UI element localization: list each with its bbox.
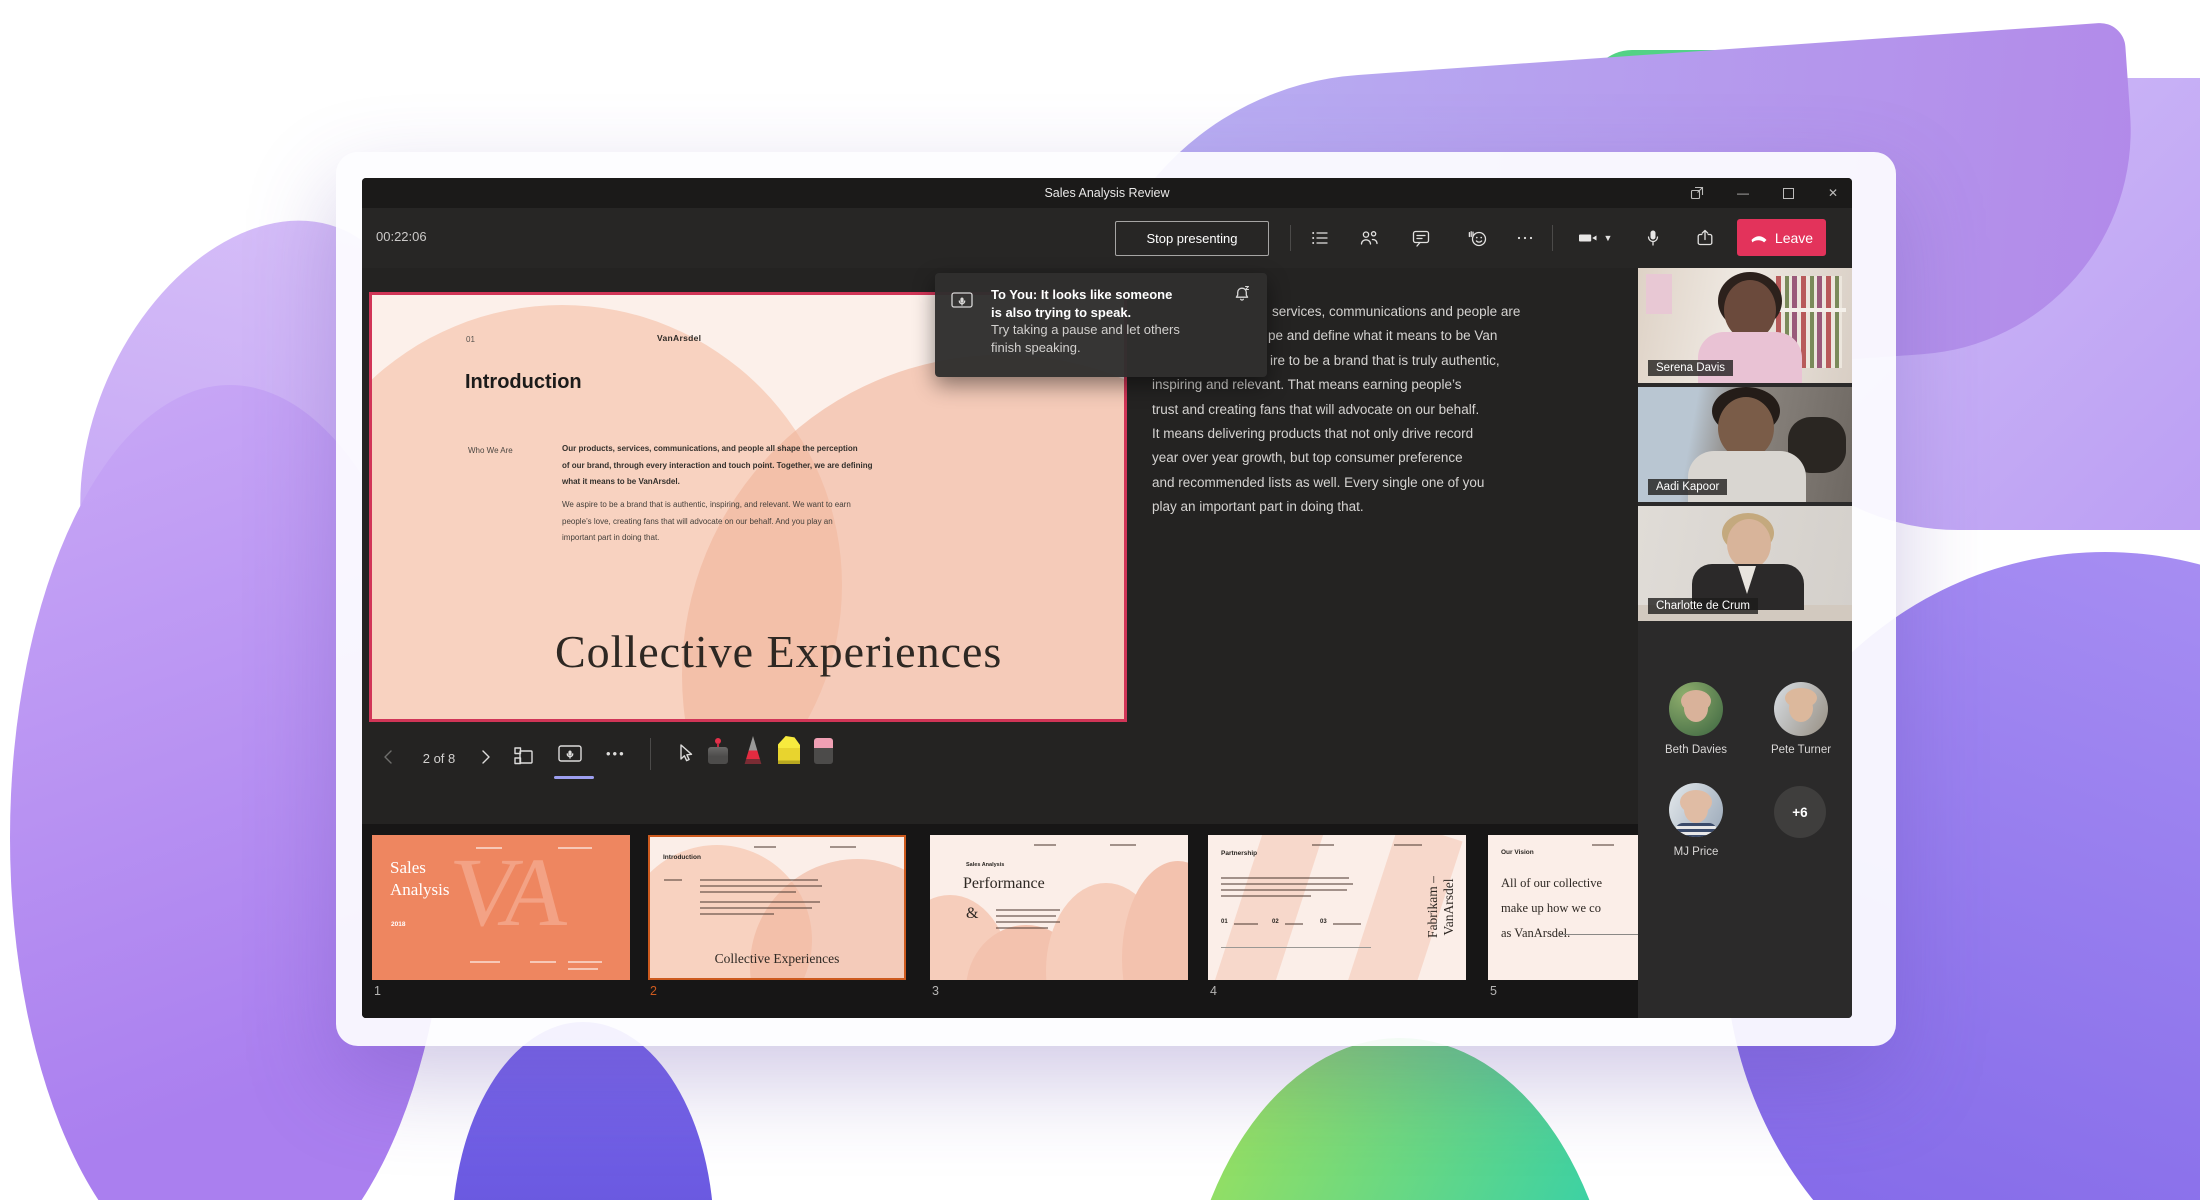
background-blob-indigo-bottom <box>452 1022 714 1200</box>
slide-side-label: Who We Are <box>468 446 513 455</box>
more-options-icon[interactable] <box>1507 220 1543 256</box>
close-icon[interactable]: ✕ <box>1816 178 1850 208</box>
toast-title: To You: It looks like someone <box>991 286 1241 304</box>
thumbnail-number: 1 <box>374 984 381 998</box>
notes-line: play an important part in doing that. <box>1152 495 1634 519</box>
previous-slide-button[interactable] <box>378 746 400 768</box>
slide-thumbnail-2-selected[interactable]: Introduction Collective Experiences <box>648 835 906 980</box>
leave-button[interactable]: Leave <box>1737 219 1826 256</box>
title-bar: Sales Analysis Review — ✕ <box>362 178 1852 208</box>
nav-more-options-icon[interactable]: ••• <box>606 746 626 761</box>
meeting-timer: 00:22:06 <box>376 229 427 244</box>
thumbnail-year: 2018 <box>391 921 405 928</box>
notes-line: and recommended lists as well. Every sin… <box>1152 471 1634 495</box>
popout-icon[interactable] <box>1680 178 1714 208</box>
participants-panel: Serena Davis Aadi Kapoor Charlotte de Cr… <box>1638 268 1852 1018</box>
participant-name: MJ Price <box>1642 846 1750 858</box>
thumbnail-underline <box>1560 934 1648 935</box>
toast-body: finish speaking. <box>991 339 1241 357</box>
window-title: Sales Analysis Review <box>362 178 1852 208</box>
thumbnail-header: Sales Analysis <box>966 862 1004 868</box>
meeting-toolbar: 00:22:06 Stop presenting <box>362 208 1852 268</box>
participant-video[interactable]: Charlotte de Crum <box>1638 506 1852 621</box>
hangup-icon <box>1750 233 1768 243</box>
minimize-icon[interactable]: — <box>1726 178 1760 208</box>
toast-text: To You: It looks like someone is also tr… <box>991 286 1241 356</box>
active-tool-indicator <box>554 776 594 779</box>
slide-brand: VanArsdel <box>657 333 701 343</box>
slide-thumbnail-1[interactable]: VA Sales Analysis 2018 <box>372 835 630 980</box>
next-slide-button[interactable] <box>474 746 496 768</box>
thumbnail-title: Sales Analysis <box>390 857 450 901</box>
notes-line: year over year growth, but top consumer … <box>1152 446 1634 470</box>
slide-thumbnail-3[interactable]: Sales Analysis Performance & <box>930 835 1188 980</box>
thumbnail-number: 4 <box>1210 984 1217 998</box>
mic-icon[interactable] <box>1635 220 1671 256</box>
slide-position-label: 2 of 8 <box>406 751 472 766</box>
participant-name: Serena Davis <box>1648 360 1733 376</box>
thumbnail-divider <box>1221 947 1371 948</box>
avatar[interactable] <box>1774 682 1828 736</box>
nav-divider <box>650 738 651 770</box>
thumbnail-title: Collective Experiences <box>650 951 904 967</box>
notes-line: It means delivering products that not on… <box>1152 422 1634 446</box>
toast-title: is also trying to speak. <box>991 304 1241 322</box>
laser-pointer-tool-icon[interactable] <box>708 738 728 764</box>
chat-icon[interactable] <box>1403 220 1439 256</box>
eraser-tool-icon[interactable] <box>814 738 833 764</box>
thumbnail-step: 01 <box>1221 919 1228 925</box>
thumbnail-watermark: VA <box>444 837 569 949</box>
toolbar-divider <box>1290 225 1291 251</box>
reactions-icon[interactable] <box>1460 220 1496 256</box>
toolbar-divider <box>1552 225 1553 251</box>
stop-presenting-button[interactable]: Stop presenting <box>1115 221 1269 256</box>
maximize-icon[interactable] <box>1771 178 1805 208</box>
thumbnail-heading: Our Vision <box>1501 849 1534 856</box>
presenter-screen-icon <box>950 290 976 314</box>
grid-view-icon[interactable] <box>512 744 536 768</box>
slide-thumbnail-4[interactable]: Partnership 01 02 03 Fabrikam – VanArsde… <box>1208 835 1466 980</box>
teams-meeting-window: Sales Analysis Review — ✕ 00:22:06 Stop … <box>362 178 1852 1018</box>
thumbnail-side-text: Fabrikam – VanArsdel <box>1376 845 1466 970</box>
background-blob-green-bottom <box>1180 1038 1620 1200</box>
overflow-participants-badge[interactable]: +6 <box>1774 786 1826 838</box>
participant-name: Beth Davies <box>1642 744 1750 756</box>
thumbnail-step: 02 <box>1272 919 1279 925</box>
thumbnail-heading: Introduction <box>663 854 701 861</box>
share-screen-icon[interactable] <box>1687 220 1723 256</box>
camera-icon[interactable]: ▼ <box>1567 220 1623 256</box>
agenda-icon[interactable] <box>1302 220 1338 256</box>
participant-video[interactable]: Aadi Kapoor <box>1638 387 1852 502</box>
slide-heading: Introduction <box>465 371 582 394</box>
avatar[interactable] <box>1669 783 1723 837</box>
thumbnail-number: 3 <box>932 984 939 998</box>
thumbnail-step: 03 <box>1320 919 1327 925</box>
avatar[interactable] <box>1669 682 1723 736</box>
thumbnail-heading: Partnership <box>1221 850 1257 857</box>
participant-name: Charlotte de Crum <box>1648 598 1758 614</box>
slide-title: Collective Experiences <box>555 625 1075 678</box>
slide-paragraph: We aspire to be a brand that is authenti… <box>562 497 982 547</box>
slide-paragraph: Our products, services, communications, … <box>562 441 982 491</box>
toast-body: Try taking a pause and let others <box>991 321 1241 339</box>
participant-name: Aadi Kapoor <box>1648 479 1727 495</box>
slide-index-label: 01 <box>466 335 475 344</box>
thumbnail-number: 5 <box>1490 984 1497 998</box>
speaking-notification-toast: To You: It looks like someone is also tr… <box>935 273 1267 377</box>
camera-dropdown-icon[interactable]: ▼ <box>1604 233 1613 243</box>
thumbnail-number-selected: 2 <box>650 984 657 998</box>
people-icon[interactable] <box>1351 220 1387 256</box>
notes-line: trust and creating fans that will advoca… <box>1152 398 1634 422</box>
thumbnail-title: Performance <box>963 875 1045 893</box>
participant-name: Pete Turner <box>1747 744 1852 756</box>
presenter-view-icon[interactable] <box>556 742 584 766</box>
leave-label: Leave <box>1775 230 1813 246</box>
pointer-tool-icon[interactable] <box>674 742 696 766</box>
thumbnail-title-amp: & <box>966 905 978 923</box>
participant-video[interactable]: Serena Davis <box>1638 268 1852 383</box>
